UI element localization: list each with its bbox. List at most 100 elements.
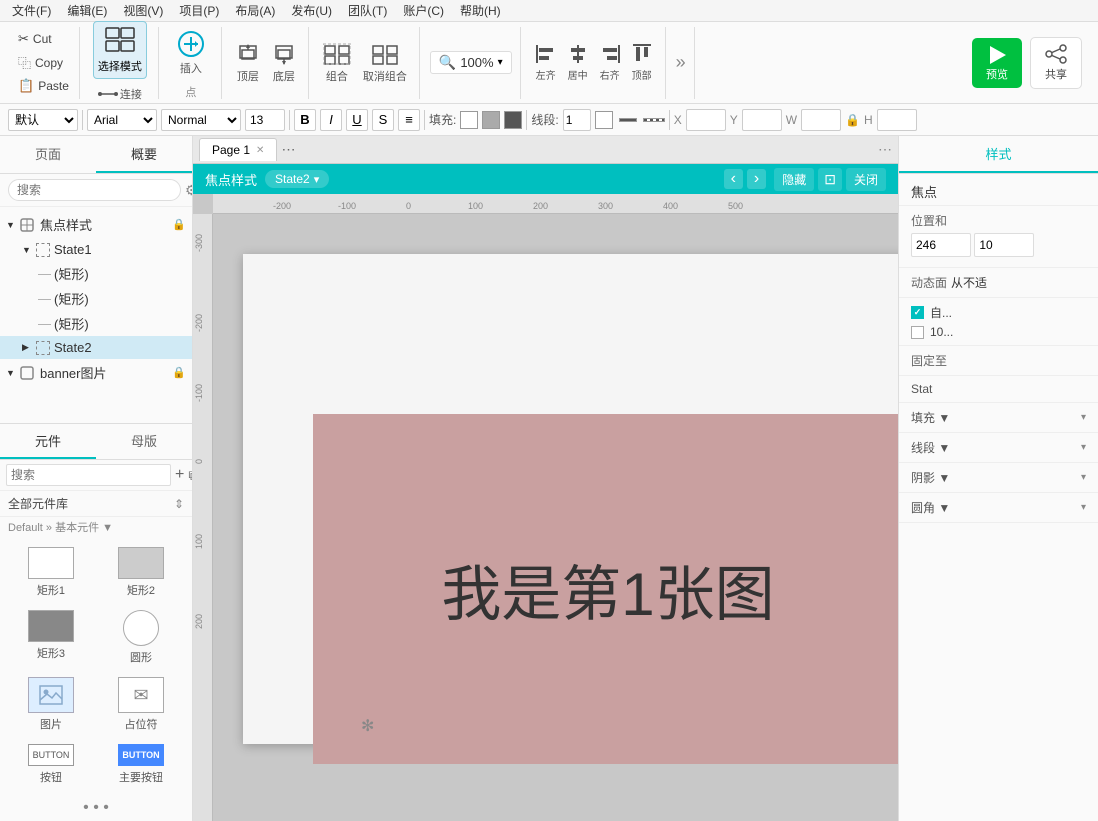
focus-bar-state-selector[interactable]: State2 ▾ bbox=[265, 170, 329, 188]
checkbox1[interactable]: ✓ bbox=[911, 306, 924, 319]
focus-bar-close-button[interactable]: 关闭 bbox=[846, 168, 886, 191]
list-button[interactable]: ≡ bbox=[398, 109, 420, 131]
focus-bar-expand-button[interactable]: ⊡ bbox=[818, 168, 842, 191]
insert-button[interactable]: 插入 bbox=[169, 26, 213, 80]
comp-item-circle[interactable]: 圆形 bbox=[98, 606, 184, 669]
left-align-button[interactable]: 左齐 bbox=[531, 39, 561, 86]
comp-item-button[interactable]: BUTTON 按钮 bbox=[8, 740, 94, 789]
y-label: Y bbox=[730, 113, 738, 127]
strikethrough-button[interactable]: S bbox=[372, 109, 394, 131]
more-button[interactable]: » bbox=[676, 52, 686, 73]
size-input[interactable] bbox=[245, 109, 285, 131]
comp-item-rect3[interactable]: 矩形3 bbox=[8, 606, 94, 669]
top-layer-icon bbox=[236, 42, 260, 66]
h-input[interactable] bbox=[877, 109, 917, 131]
bottom-layer-button[interactable]: 底层 bbox=[268, 38, 300, 88]
canvas-page[interactable]: 我是第1张图 ✻ bbox=[243, 254, 898, 744]
zoom-control[interactable]: 🔍 100% ▾ bbox=[430, 51, 512, 74]
filter-icon[interactable]: ⚙ bbox=[185, 182, 193, 199]
focus-bar-hide-button[interactable]: 隐藏 bbox=[774, 168, 814, 191]
menu-help[interactable]: 帮助(H) bbox=[452, 0, 509, 21]
comp-item-rect2[interactable]: 矩形2 bbox=[98, 543, 184, 602]
right-section-corner[interactable]: 圆角 ▼ ▾ bbox=[899, 493, 1098, 523]
canvas-tab-page1[interactable]: Page 1 ✕ bbox=[199, 138, 277, 161]
w-input[interactable] bbox=[801, 109, 841, 131]
zoom-value[interactable]: 100% bbox=[460, 55, 493, 70]
layer-expand-focus[interactable]: ▼ bbox=[6, 220, 18, 230]
tab-close-icon[interactable]: ✕ bbox=[256, 145, 264, 156]
stroke-color2[interactable] bbox=[619, 118, 637, 122]
right-tab-style[interactable]: 样式 bbox=[899, 136, 1098, 173]
comp-tab-master[interactable]: 母版 bbox=[96, 424, 192, 459]
weight-select[interactable]: NormalBoldLight bbox=[161, 109, 241, 131]
tab-page[interactable]: 页面 bbox=[0, 136, 96, 173]
canvas-scroll-icon[interactable]: ⋯ bbox=[878, 141, 892, 158]
tab-overview[interactable]: 概要 bbox=[96, 136, 192, 173]
checkbox2[interactable] bbox=[911, 326, 924, 339]
stroke-input[interactable] bbox=[563, 109, 591, 131]
layer-item-state1[interactable]: ▼ State1 bbox=[0, 238, 192, 261]
preview-button[interactable]: 预览 bbox=[972, 38, 1022, 88]
font-select[interactable]: ArialSimSunMicrosoft YaHei bbox=[87, 109, 157, 131]
menu-team[interactable]: 团队(T) bbox=[340, 0, 395, 21]
position-input2[interactable] bbox=[974, 233, 1034, 257]
layer-item-banner[interactable]: ▼ banner图片 🔒 bbox=[0, 359, 192, 386]
right-section-fill[interactable]: 填充 ▼ ▾ bbox=[899, 403, 1098, 433]
layer-item-focus-style[interactable]: ▼ 焦点样式 🔒 bbox=[0, 211, 192, 238]
menu-layout[interactable]: 布局(A) bbox=[227, 0, 283, 21]
layer-search-input[interactable] bbox=[8, 179, 181, 201]
fill-color-dark[interactable] bbox=[504, 111, 522, 129]
layer-item-state2[interactable]: ▶ State2 bbox=[0, 336, 192, 359]
top-align-button[interactable]: 顶部 bbox=[627, 39, 657, 86]
fill-color-gray[interactable] bbox=[482, 111, 500, 129]
layer-expand-state2[interactable]: ▶ bbox=[22, 342, 34, 353]
menu-project[interactable]: 项目(P) bbox=[171, 0, 227, 21]
right-align-button[interactable]: 右齐 bbox=[595, 39, 625, 86]
focus-bar-next-button[interactable]: › bbox=[747, 169, 766, 189]
fill-color-white[interactable] bbox=[460, 111, 478, 129]
add-comp-icon[interactable]: + bbox=[175, 466, 184, 484]
position-input1[interactable] bbox=[911, 233, 971, 257]
cut-button[interactable]: ✂ Cut bbox=[12, 29, 75, 49]
stroke-color1[interactable] bbox=[595, 111, 613, 129]
ungroup-button[interactable]: 取消组合 bbox=[359, 38, 411, 88]
menu-view[interactable]: 视图(V) bbox=[115, 0, 171, 21]
x-input[interactable] bbox=[686, 109, 726, 131]
paste-button[interactable]: 📋 Paste bbox=[12, 76, 75, 96]
library-scroll-icon[interactable]: ⇕ bbox=[174, 497, 184, 511]
stroke-dash[interactable] bbox=[643, 118, 665, 122]
menu-account[interactable]: 账户(C) bbox=[395, 0, 452, 21]
copy-button[interactable]: ⿻ Copy bbox=[12, 51, 75, 74]
menu-edit[interactable]: 编辑(E) bbox=[59, 0, 115, 21]
group-button[interactable]: 组合 bbox=[319, 38, 355, 88]
menu-file[interactable]: 文件(F) bbox=[4, 0, 59, 21]
center-align-button[interactable]: 居中 bbox=[563, 39, 593, 86]
right-section-shadow[interactable]: 阴影 ▼ ▾ bbox=[899, 463, 1098, 493]
right-section-stroke[interactable]: 线段 ▼ ▾ bbox=[899, 433, 1098, 463]
share-button[interactable]: 共享 bbox=[1030, 37, 1082, 89]
underline-button[interactable]: U bbox=[346, 109, 368, 131]
comp-search-input[interactable] bbox=[6, 464, 171, 486]
menu-publish[interactable]: 发布(U) bbox=[283, 0, 340, 21]
y-input[interactable] bbox=[742, 109, 782, 131]
bold-button[interactable]: B bbox=[294, 109, 316, 131]
canvas-more-icon[interactable]: ⋯ bbox=[281, 141, 295, 158]
layer-item-rect3[interactable]: — (矩形) bbox=[0, 311, 192, 336]
comp-item-rect1[interactable]: 矩形1 bbox=[8, 543, 94, 602]
layer-expand-banner[interactable]: ▼ bbox=[6, 368, 18, 378]
focus-bar-prev-button[interactable]: ‹ bbox=[724, 169, 743, 189]
style-select[interactable]: 默认 bbox=[8, 109, 78, 131]
italic-button[interactable]: I bbox=[320, 109, 342, 131]
canvas-element-pink-rect[interactable]: 我是第1张图 ✻ bbox=[313, 414, 898, 764]
comp-item-main-button[interactable]: BUTTON 主要按钮 bbox=[98, 740, 184, 789]
layer-expand-state1[interactable]: ▼ bbox=[22, 245, 34, 255]
select-mode-button[interactable]: 选择模式 bbox=[93, 21, 147, 79]
comp-tab-component[interactable]: 元件 bbox=[0, 424, 96, 459]
comp-item-image[interactable]: 图片 bbox=[8, 673, 94, 736]
layer-item-rect2[interactable]: — (矩形) bbox=[0, 286, 192, 311]
more-comps[interactable]: • • • bbox=[0, 795, 192, 821]
comp-item-placeholder[interactable]: ✉ 占位符 bbox=[98, 673, 184, 736]
layer-item-rect1[interactable]: — (矩形) bbox=[0, 261, 192, 286]
connect-button[interactable]: 连接 bbox=[90, 83, 150, 105]
top-layer-button[interactable]: 顶层 bbox=[232, 38, 264, 88]
